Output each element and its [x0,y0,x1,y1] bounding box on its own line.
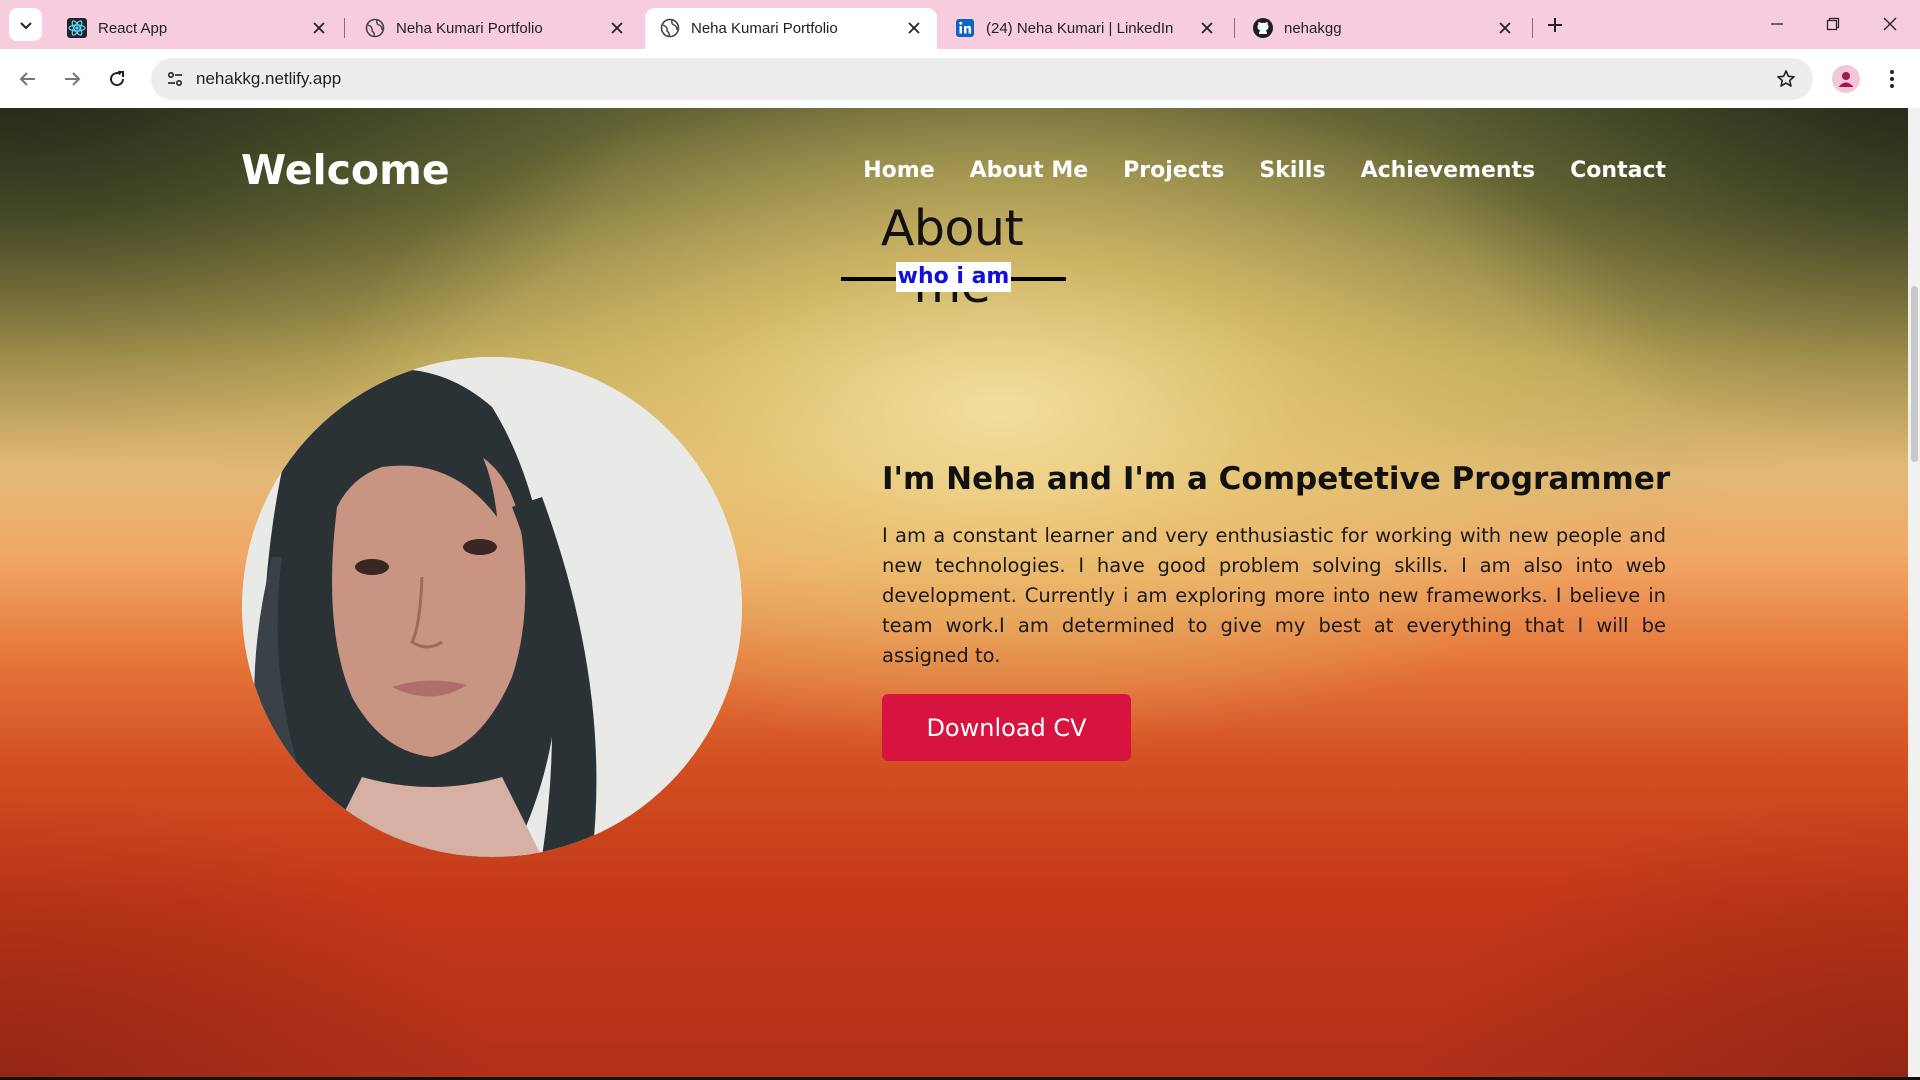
title-underline-right [1011,277,1066,281]
back-arrow-icon [19,72,35,86]
tab-title: (24) Neha Kumari | LinkedIn [986,20,1174,37]
tab-title: nehakgg [1284,20,1342,37]
tab-title: React App [98,20,168,37]
page-scrollbar[interactable] [1908,108,1920,1077]
profile-avatar-button[interactable] [1832,65,1860,93]
profile-photo [242,357,742,857]
tab-linkedin[interactable]: (24) Neha Kumari | LinkedIn [940,8,1230,49]
window-close-button[interactable] [1875,10,1905,38]
title-underline-left [841,277,896,281]
site-brand[interactable]: Welcome [241,146,450,194]
minimize-button[interactable] [1762,10,1792,38]
more-vertical-icon [1890,70,1894,88]
section-title: About me [880,200,1024,314]
tab-separator [1234,18,1235,38]
section-subtitle: who i am [896,262,1011,292]
tab-github[interactable]: nehakgg [1238,8,1528,49]
reload-icon [110,71,125,87]
restore-button[interactable] [1818,10,1848,38]
address-bar[interactable]: nehakkg.netlify.app [151,58,1813,100]
nav-link-achievements[interactable]: Achievements [1361,158,1536,183]
site-navigation: Home About Me Projects Skills Achievemen… [863,158,1666,183]
globe-icon [659,17,681,39]
nav-link-about[interactable]: About Me [970,158,1089,183]
minimize-icon [1771,23,1783,25]
close-icon[interactable] [905,19,923,37]
about-paragraph: I am a constant learner and very enthusi… [882,524,1666,667]
nav-link-contact[interactable]: Contact [1570,158,1666,183]
globe-icon [364,17,386,39]
nav-link-home[interactable]: Home [863,158,934,183]
forward-arrow-icon [65,72,81,86]
tab-title: Neha Kumari Portfolio [691,20,838,37]
restore-icon [1826,17,1840,31]
tab-title: Neha Kumari Portfolio [396,20,543,37]
close-icon[interactable] [1496,19,1514,37]
close-icon[interactable] [1198,19,1216,37]
bookmark-star-icon[interactable] [1773,66,1799,92]
react-icon [66,17,88,39]
download-cv-button[interactable]: Download CV [882,694,1131,761]
new-tab-button[interactable] [1542,12,1568,38]
tab-portfolio[interactable]: Neha Kumari Portfolio [350,8,640,49]
url-text[interactable]: nehakkg.netlify.app [196,69,341,89]
plus-icon [1548,18,1562,32]
github-icon [1252,17,1274,39]
tab-portfolio-active[interactable]: Neha Kumari Portfolio [645,8,937,49]
linkedin-icon [954,17,976,39]
browser-tab-bar: React App Neha Kumari Portfolio Neha Kum… [0,0,1920,49]
browser-menu-button[interactable] [1880,65,1904,93]
reload-button[interactable] [103,65,131,93]
close-icon[interactable] [310,19,328,37]
scrollbar-thumb[interactable] [1911,286,1918,462]
nav-link-projects[interactable]: Projects [1123,158,1224,183]
browser-toolbar: nehakkg.netlify.app [0,49,1920,108]
close-icon [1883,17,1897,31]
tab-separator [1532,18,1533,38]
person-icon [1838,72,1854,87]
close-icon[interactable] [608,19,626,37]
page-viewport: Welcome Home About Me Projects Skills Ac… [0,108,1908,1077]
tab-separator [344,18,345,38]
about-heading: I'm Neha and I'm a Competetive Programme… [882,461,1671,497]
forward-button[interactable] [58,65,86,93]
tab-react-app[interactable]: React App [52,8,342,49]
nav-link-skills[interactable]: Skills [1259,158,1325,183]
chevron-down-icon [19,21,32,29]
tab-search-button[interactable] [9,8,42,41]
back-button[interactable] [14,65,42,93]
site-settings-icon[interactable] [161,65,189,93]
